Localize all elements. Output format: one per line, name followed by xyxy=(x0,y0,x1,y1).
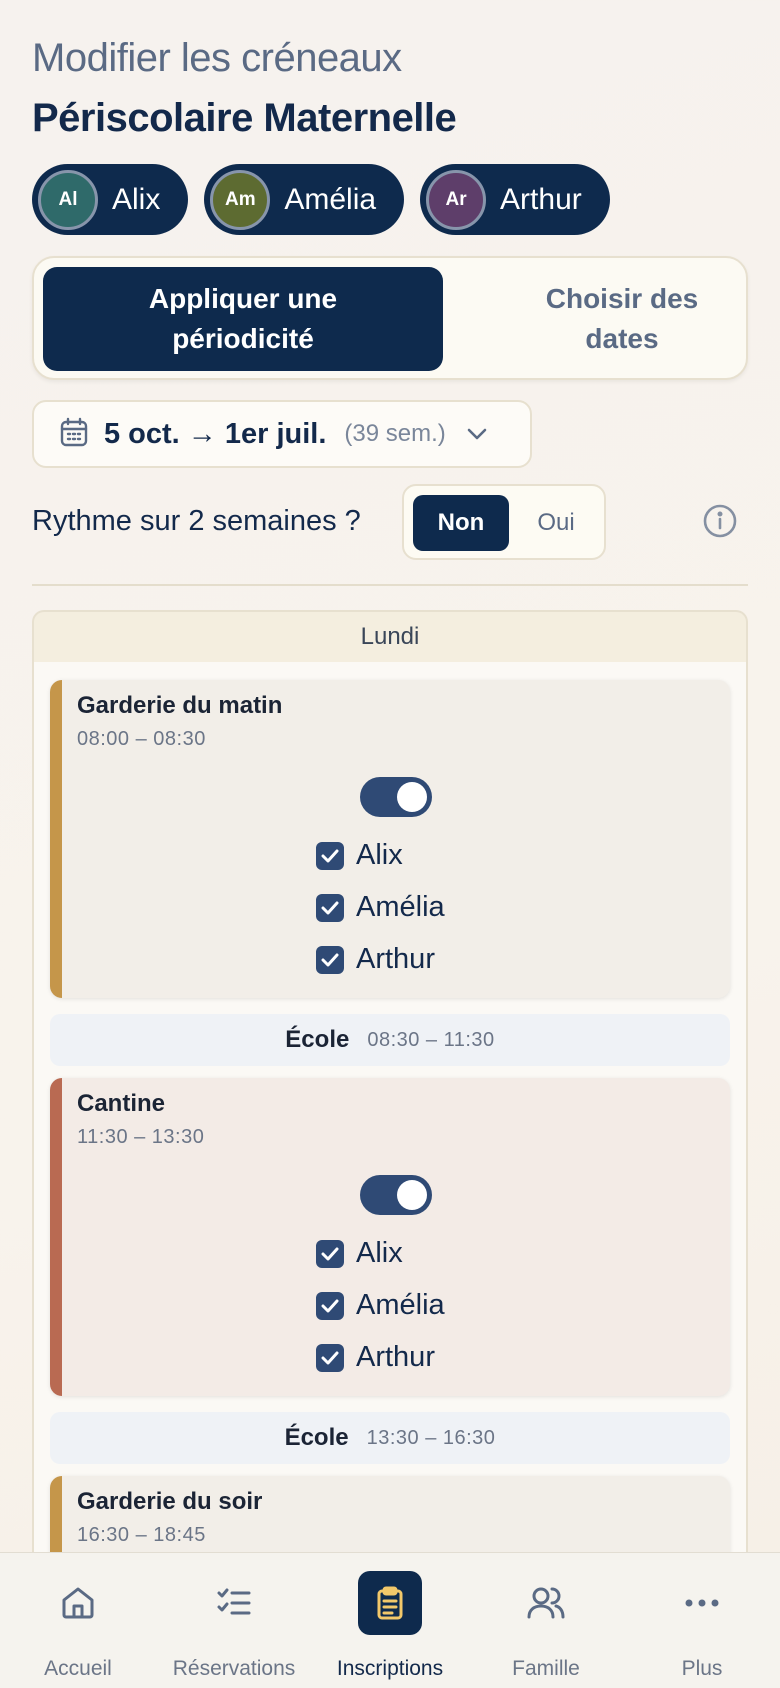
slot-time: 16:30 – 18:45 xyxy=(77,1524,206,1546)
school-time: 08:30 – 11:30 xyxy=(367,1028,495,1051)
nav-famille[interactable]: Famille xyxy=(468,1553,624,1688)
child-chip-amelia[interactable]: Am Amélia xyxy=(204,164,405,235)
kid-checkbox-alix[interactable]: Alix xyxy=(316,839,403,872)
page-title: Périscolaire Maternelle xyxy=(32,96,457,140)
school-period: École 08:30 – 11:30 xyxy=(50,1014,730,1066)
nav-plus[interactable]: Plus xyxy=(624,1553,780,1688)
slot-name: Garderie du soir xyxy=(77,1488,263,1515)
nav-label: Plus xyxy=(681,1657,723,1680)
kid-checkbox-alix[interactable]: Alix xyxy=(316,1237,403,1270)
check-icon xyxy=(316,1291,344,1320)
slot-name: Garderie du matin xyxy=(77,692,283,719)
avatar: Ar xyxy=(426,169,487,230)
school-period: École 13:30 – 16:30 xyxy=(50,1412,730,1464)
dates-option[interactable]: Choisir des dates xyxy=(472,267,772,371)
child-chips: Al Alix Am Amélia Ar Arthur xyxy=(32,164,610,235)
check-icon xyxy=(316,1343,344,1372)
kid-name: Amélia xyxy=(356,1289,445,1321)
kid-checkbox-amelia[interactable]: Amélia xyxy=(316,891,445,924)
kid-name: Alix xyxy=(356,1237,403,1269)
child-name: Amélia xyxy=(284,182,377,216)
mode-segmented-control: Appliquer une périodicité Choisir des da… xyxy=(32,256,748,380)
kid-name: Arthur xyxy=(356,943,435,975)
periodicity-option[interactable]: Appliquer une périodicité xyxy=(43,267,443,371)
kid-checkbox-arthur[interactable]: Arthur xyxy=(316,1341,435,1374)
child-chip-arthur[interactable]: Ar Arthur xyxy=(420,164,610,235)
home-icon xyxy=(46,1571,110,1635)
info-icon[interactable] xyxy=(702,503,738,544)
school-label: École xyxy=(285,1026,350,1053)
slot-name: Cantine xyxy=(77,1090,166,1117)
kid-checkbox-amelia[interactable]: Amélia xyxy=(316,1289,445,1322)
nav-reservations[interactable]: Réservations xyxy=(156,1553,312,1688)
school-label: École xyxy=(284,1424,349,1451)
child-chip-alix[interactable]: Al Alix xyxy=(32,164,189,235)
clipboard-icon xyxy=(358,1571,422,1635)
date-range-selector[interactable]: 5 oct. → 1er juil. (39 sem.) xyxy=(32,400,532,468)
avatar: Al xyxy=(38,169,98,230)
rhythm-no-option[interactable]: Non xyxy=(413,495,509,551)
check-icon xyxy=(316,893,344,922)
nav-label: Famille xyxy=(512,1657,580,1680)
slot-garderie-matin: Garderie du matin 08:00 – 08:30 Alix Amé… xyxy=(50,680,730,998)
check-icon xyxy=(316,945,344,974)
users-icon xyxy=(514,1571,578,1635)
rhythm-toggle: Non Oui xyxy=(402,484,606,560)
check-icon xyxy=(316,841,344,870)
kid-checkbox-arthur[interactable]: Arthur xyxy=(316,943,435,976)
nav-label: Inscriptions xyxy=(336,1657,444,1680)
nav-inscriptions[interactable]: Inscriptions xyxy=(312,1553,468,1688)
checklist-icon xyxy=(202,1571,266,1635)
chevron-down-icon xyxy=(466,427,488,441)
date-range-label: 5 oct. → 1er juil. xyxy=(104,417,327,450)
slot-cantine: Cantine 11:30 – 13:30 Alix Amélia Arthur xyxy=(50,1078,730,1396)
slot-time: 11:30 – 13:30 xyxy=(77,1126,205,1148)
kid-name: Alix xyxy=(356,839,403,871)
check-icon xyxy=(316,1239,344,1268)
avatar: Am xyxy=(210,169,271,230)
slot-toggle-switch[interactable] xyxy=(360,777,432,817)
page-subtitle: Modifier les créneaux xyxy=(32,36,402,80)
school-time: 13:30 – 16:30 xyxy=(366,1426,496,1449)
calendar-icon xyxy=(60,417,88,452)
bottom-navigation: Accueil Réservations Inscriptions Famill… xyxy=(0,1552,780,1688)
kid-name: Amélia xyxy=(356,891,445,923)
day-header: Lundi xyxy=(32,610,748,664)
screen: Modifier les créneaux Périscolaire Mater… xyxy=(0,0,780,1688)
rhythm-yes-option[interactable]: Oui xyxy=(508,495,604,551)
nav-label: Réservations xyxy=(172,1657,296,1680)
rhythm-question: Rythme sur 2 semaines ? xyxy=(32,505,361,537)
nav-accueil[interactable]: Accueil xyxy=(0,1553,156,1688)
child-name: Alix xyxy=(112,182,161,216)
kid-name: Arthur xyxy=(356,1341,435,1373)
nav-label: Accueil xyxy=(44,1657,112,1680)
child-name: Arthur xyxy=(500,182,582,216)
week-count: (39 sem.) xyxy=(344,420,446,447)
divider xyxy=(32,584,748,586)
slot-toggle-switch[interactable] xyxy=(360,1175,432,1215)
slot-time: 08:00 – 08:30 xyxy=(77,728,206,750)
more-icon xyxy=(670,1571,734,1635)
